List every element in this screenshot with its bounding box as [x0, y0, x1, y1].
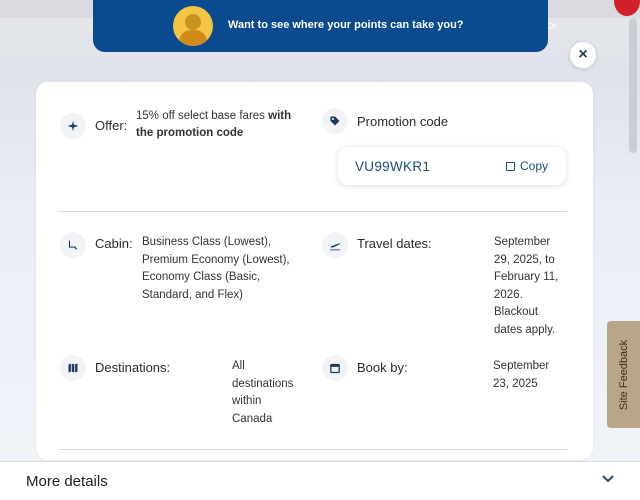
travel-dates-line: Blackout — [494, 306, 539, 318]
promotion-code-box: VU99WKR1 Copy — [338, 147, 566, 185]
offer-label: Offer: — [95, 118, 128, 133]
chevron-right-icon: > — [548, 17, 557, 33]
destinations-line: destinations — [232, 377, 294, 390]
map-icon — [60, 355, 86, 381]
travel-dates-line: 2026. — [494, 288, 523, 301]
promotion-code-label: Promotion code — [357, 114, 449, 129]
destinations-value: All destinations within Canada — [232, 358, 312, 428]
airplane-icon — [60, 113, 86, 139]
close-button[interactable]: × — [569, 41, 597, 69]
offer-value: 15% off select base fares with the promo… — [136, 108, 306, 141]
more-details-bar[interactable]: More details — [0, 461, 640, 500]
book-by-line: 23, 2025 — [493, 377, 538, 390]
travel-dates-line: 29, 2025, to — [494, 253, 555, 266]
site-feedback-label: Site Feedback — [617, 339, 630, 410]
book-by-label: Book by: — [357, 360, 408, 375]
banner-text: Want to see where your points can take y… — [228, 19, 464, 31]
travel-dates-line: February 11, — [494, 271, 559, 283]
destinations-line: All — [232, 360, 245, 372]
chevron-down-icon — [602, 475, 614, 483]
calendar-icon — [322, 355, 348, 381]
destinations-line: Canada — [232, 412, 273, 425]
destinations-line: within — [232, 395, 262, 407]
cabin-line: Business Class (Lowest), — [142, 236, 272, 248]
cabin-line: Premium Economy (Lowest), — [142, 253, 290, 266]
cabin-label: Cabin: — [95, 236, 133, 251]
travel-dates-label: Travel dates: — [357, 236, 432, 251]
divider — [59, 449, 567, 450]
points-banner[interactable]: Want to see where your points can take y… — [93, 0, 556, 52]
travel-dates-value: September 29, 2025, to February 11, 2026… — [494, 234, 574, 339]
offer-details-card: Offer: 15% off select base fares with th… — [36, 82, 593, 460]
travel-dates-line: September — [494, 236, 551, 248]
cabin-line: Standard, and Flex) — [142, 288, 244, 301]
site-feedback-tab[interactable]: Site Feedback — [607, 321, 640, 428]
copy-icon — [506, 161, 515, 171]
book-by-line: September — [493, 360, 550, 372]
travel-dates-line: dates apply. — [494, 323, 556, 336]
more-details-label: More details — [26, 473, 108, 490]
destinations-label: Destinations: — [95, 360, 171, 375]
takeoff-icon — [322, 232, 348, 258]
page: Want to see where your points can take y… — [0, 0, 640, 500]
cabin-line: Economy Class (Basic, — [142, 271, 261, 283]
copy-button[interactable]: Copy — [506, 157, 548, 175]
cabin-value: Business Class (Lowest), Premium Economy… — [142, 234, 307, 304]
scrollbar[interactable] — [629, 18, 637, 153]
copy-label: Copy — [520, 159, 549, 173]
seat-icon — [60, 232, 86, 258]
promotion-code-value: VU99WKR1 — [355, 159, 431, 174]
avatar — [173, 6, 213, 46]
tag-icon — [322, 108, 348, 134]
book-by-value: September 23, 2025 — [493, 358, 573, 393]
divider — [59, 211, 567, 212]
offer-value-text: 15% off select base fares — [136, 110, 269, 122]
